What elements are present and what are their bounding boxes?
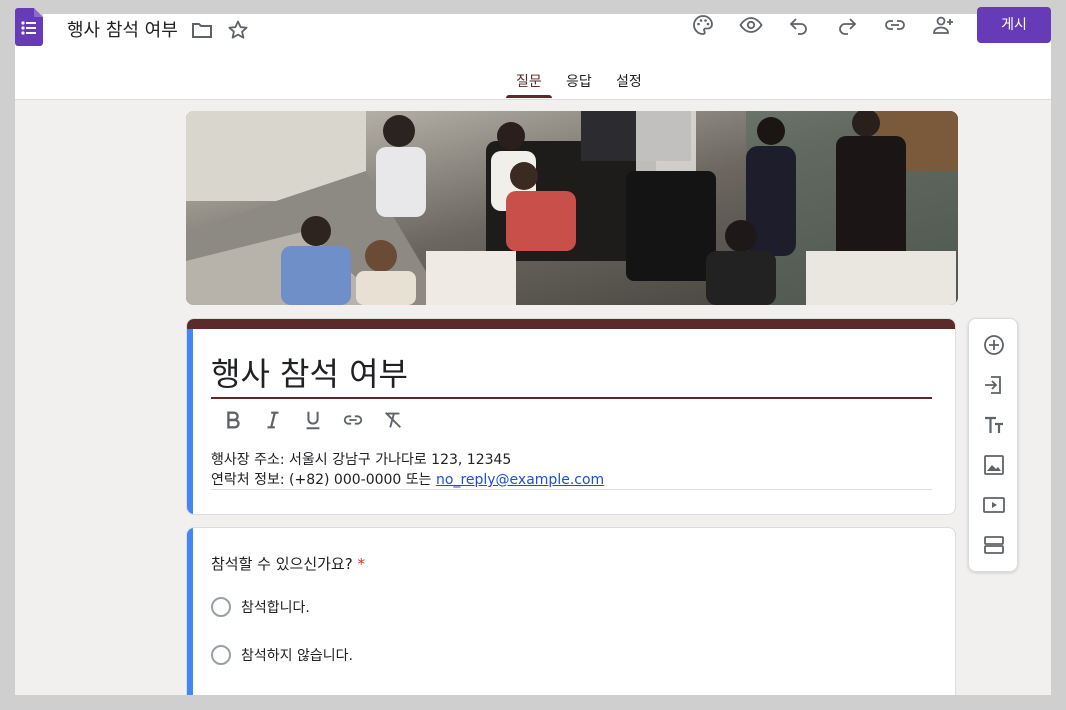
forms-logo-icon[interactable]: [15, 8, 43, 46]
add-section-icon[interactable]: [982, 533, 1006, 557]
tab-bar: 질문 응답 설정: [15, 62, 1051, 100]
publish-button[interactable]: 게시: [977, 7, 1051, 43]
window-top-strip: [15, 0, 1051, 14]
add-question-icon[interactable]: [982, 333, 1006, 357]
undo-icon[interactable]: [787, 13, 811, 37]
tab-questions[interactable]: 질문: [516, 71, 542, 91]
option-label: 참석하지 않습니다.: [241, 648, 353, 664]
required-asterisk: *: [357, 555, 365, 573]
link-icon[interactable]: [883, 13, 907, 37]
active-tab-indicator: [506, 95, 552, 98]
question-indicator: [187, 528, 193, 695]
tab-settings[interactable]: 설정: [616, 71, 642, 91]
description-contact-text: 연락처 정보: (+82) 000-0000 또는: [211, 472, 436, 488]
floating-toolbar: [968, 318, 1018, 572]
add-title-icon[interactable]: [982, 413, 1006, 437]
add-collaborator-icon[interactable]: [931, 13, 955, 37]
question-title: 참석할 수 있으신가요? *: [211, 553, 365, 574]
bold-icon[interactable]: [221, 409, 245, 433]
app-header: 행사 참석 여부 게시 질문 응답 설정: [15, 0, 1051, 100]
import-questions-icon[interactable]: [982, 373, 1006, 397]
form-title-card[interactable]: 행사 참석 여부 행사장 주소: 서울시 강남구 가나다로 123, 12345…: [186, 318, 956, 515]
star-icon[interactable]: [226, 18, 250, 42]
theme-color-bar: [187, 319, 955, 329]
folder-icon[interactable]: [190, 18, 214, 42]
document-title[interactable]: 행사 참석 여부: [67, 16, 178, 42]
tab-responses[interactable]: 응답: [566, 71, 592, 91]
insert-link-icon[interactable]: [341, 409, 365, 433]
option-label: 참석합니다.: [241, 600, 310, 616]
palette-icon[interactable]: [691, 13, 715, 37]
active-card-indicator: [187, 329, 193, 514]
form-description[interactable]: 행사장 주소: 서울시 강남구 가나다로 123, 12345 연락처 정보: …: [211, 450, 604, 490]
description-line-2: 연락처 정보: (+82) 000-0000 또는 no_reply@examp…: [211, 470, 604, 490]
description-underline: [211, 489, 932, 490]
clear-format-icon[interactable]: [381, 409, 405, 433]
description-line-1: 행사장 주소: 서울시 강남구 가나다로 123, 12345: [211, 452, 512, 468]
preview-icon[interactable]: [739, 13, 763, 37]
contact-email-link[interactable]: no_reply@example.com: [436, 472, 604, 488]
forms-editor: 행사 참석 여부 게시 질문 응답 설정 행사 참석 여부 행사장 주소: 서울…: [15, 0, 1051, 695]
italic-icon[interactable]: [261, 409, 285, 433]
redo-icon[interactable]: [835, 13, 859, 37]
title-underline: [211, 397, 932, 399]
radio-button[interactable]: [211, 645, 231, 665]
option-not-attending[interactable]: 참석하지 않습니다.: [211, 645, 353, 665]
header-banner-image: [186, 111, 958, 305]
add-image-icon[interactable]: [982, 453, 1006, 477]
question-card[interactable]: 참석할 수 있으신가요? * 참석합니다. 참석하지 않습니다.: [186, 527, 956, 695]
underline-icon[interactable]: [301, 409, 325, 433]
form-title-input[interactable]: 행사 참석 여부: [211, 349, 408, 395]
radio-button[interactable]: [211, 597, 231, 617]
option-attending[interactable]: 참석합니다.: [211, 597, 310, 617]
add-video-icon[interactable]: [982, 493, 1006, 517]
question-text: 참석할 수 있으신가요?: [211, 555, 353, 573]
